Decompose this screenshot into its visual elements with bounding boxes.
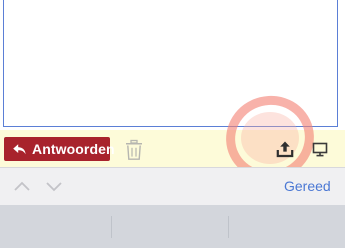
keyboard-divider — [111, 216, 112, 238]
reply-arrow-icon — [12, 142, 27, 157]
keyboard-toolbar: Gereed — [0, 167, 345, 205]
chevron-down-icon[interactable] — [44, 178, 64, 194]
upload-icon[interactable] — [274, 139, 296, 159]
keyboard-area — [0, 205, 345, 248]
trash-icon[interactable] — [124, 139, 144, 161]
chevron-up-icon[interactable] — [12, 178, 32, 194]
reply-button[interactable]: Antwoorden — [4, 137, 115, 161]
keyboard-divider — [228, 216, 229, 238]
display-icon[interactable] — [311, 140, 329, 158]
done-button[interactable]: Gereed — [284, 178, 331, 194]
reply-button-label: Antwoorden — [32, 141, 115, 157]
